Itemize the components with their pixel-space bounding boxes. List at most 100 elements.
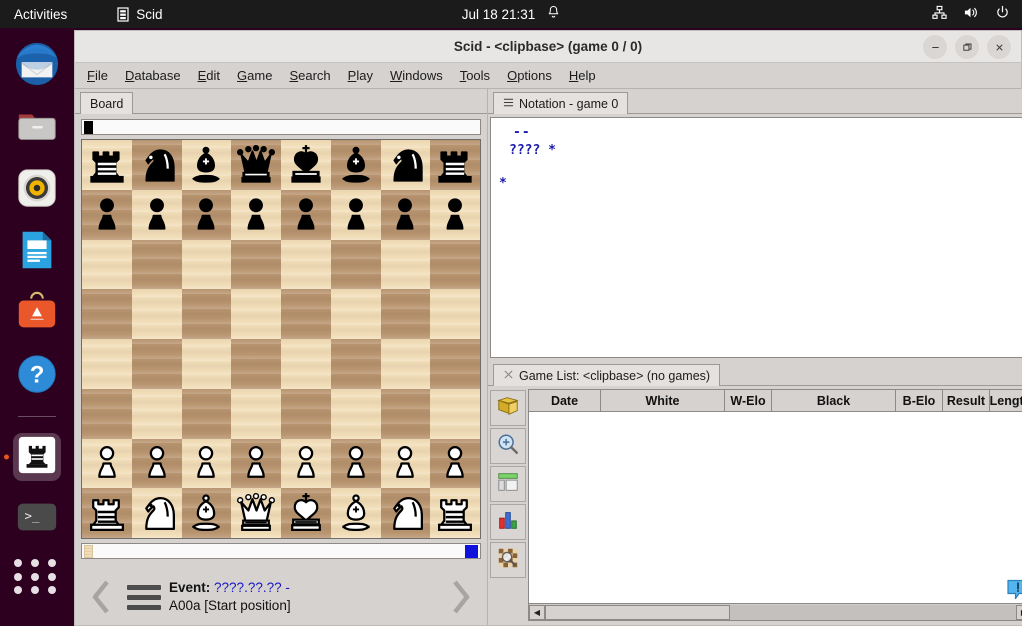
board-square[interactable] [181, 488, 232, 538]
network-icon[interactable] [932, 5, 947, 23]
board-square[interactable] [281, 438, 331, 489]
board-square[interactable] [380, 339, 431, 389]
statistics-button[interactable] [490, 504, 526, 540]
board-square[interactable] [430, 140, 480, 190]
menu-windows[interactable]: Windows [390, 68, 443, 83]
dock-item-terminal[interactable]: >_ [13, 495, 61, 543]
board-square[interactable] [430, 339, 480, 389]
column-header-date[interactable]: Date [529, 390, 601, 411]
board-square[interactable] [131, 339, 182, 389]
open-database-button[interactable] [490, 390, 526, 426]
board-square[interactable] [430, 239, 480, 290]
board-square[interactable] [131, 189, 182, 240]
board-square[interactable] [231, 289, 281, 339]
board-square[interactable] [281, 388, 331, 439]
tab-gamelist[interactable]: Game List: <clipbase> (no games) [493, 364, 721, 386]
board-square[interactable] [330, 189, 381, 240]
board-square[interactable] [430, 189, 480, 240]
board-square[interactable] [181, 438, 232, 489]
board-square[interactable] [330, 289, 381, 339]
maximize-button[interactable] [955, 35, 979, 59]
board-square[interactable] [82, 438, 132, 489]
layout-button[interactable] [490, 466, 526, 502]
board-square[interactable] [281, 140, 331, 190]
board-square[interactable] [82, 239, 132, 290]
board-square[interactable] [330, 140, 381, 190]
dock-item-scid[interactable] [13, 433, 61, 481]
clock-label[interactable]: Jul 18 21:31 [462, 7, 536, 22]
search-button[interactable] [490, 428, 526, 464]
board-square[interactable] [380, 189, 431, 240]
board-square[interactable] [231, 488, 281, 538]
board-square[interactable] [330, 438, 381, 489]
gamelist-rows[interactable] [529, 412, 1022, 603]
dock-item-help[interactable]: ? [13, 352, 61, 400]
board-square[interactable] [131, 239, 182, 290]
volume-icon[interactable] [963, 5, 979, 23]
activities-button[interactable]: Activities [14, 7, 67, 22]
system-status-icons[interactable] [932, 0, 1010, 28]
menu-game[interactable]: Game [237, 68, 272, 83]
menu-database[interactable]: Database [125, 68, 181, 83]
menu-tools[interactable]: Tools [460, 68, 490, 83]
board-square[interactable] [380, 438, 431, 489]
board-square[interactable] [82, 140, 132, 190]
active-app-indicator[interactable]: Scid [117, 7, 163, 22]
column-header-white[interactable]: White [601, 390, 725, 411]
menu-play[interactable]: Play [348, 68, 373, 83]
menu-options[interactable]: Options [507, 68, 552, 83]
board-square[interactable] [231, 189, 281, 240]
notation-text-area[interactable]: -- ???? * * [490, 117, 1022, 358]
board-square[interactable] [131, 488, 182, 538]
menu-help[interactable]: Help [569, 68, 596, 83]
dock-item-thunderbird[interactable] [13, 42, 61, 90]
board-square[interactable] [430, 388, 480, 439]
board-square[interactable] [131, 438, 182, 489]
show-applications-icon[interactable] [14, 559, 60, 595]
column-header-length[interactable]: Length [990, 390, 1022, 411]
board-square[interactable] [380, 488, 431, 538]
board-square[interactable] [181, 189, 232, 240]
menu-search[interactable]: Search [289, 68, 330, 83]
board-square[interactable] [281, 289, 331, 339]
info-bubble-icon[interactable] [1007, 579, 1022, 601]
board-square[interactable] [380, 388, 431, 439]
chevron-left-icon[interactable] [85, 577, 119, 617]
scrollbar-track[interactable] [545, 604, 1016, 620]
board-square[interactable] [430, 488, 480, 538]
board-square[interactable] [82, 289, 132, 339]
hamburger-menu-icon[interactable] [127, 584, 161, 610]
board-square[interactable] [281, 339, 331, 389]
board-square[interactable] [181, 239, 232, 290]
board-square[interactable] [181, 339, 232, 389]
board-square[interactable] [281, 189, 331, 240]
board-square[interactable] [380, 289, 431, 339]
board-square[interactable] [181, 289, 232, 339]
close-button[interactable] [987, 35, 1011, 59]
board-square[interactable] [231, 438, 281, 489]
board-square[interactable] [330, 239, 381, 290]
board-square[interactable] [181, 140, 232, 190]
dock-item-rhythmbox[interactable] [13, 166, 61, 214]
board-square[interactable] [131, 388, 182, 439]
board-square[interactable] [231, 140, 281, 190]
scrollbar-thumb[interactable] [545, 604, 730, 620]
scroll-right-arrow[interactable]: ▶ [1016, 604, 1022, 620]
chevron-right-icon[interactable] [443, 577, 477, 617]
board-square[interactable] [82, 488, 132, 538]
board-square[interactable] [430, 289, 480, 339]
board-square[interactable] [82, 189, 132, 240]
board-square[interactable] [231, 339, 281, 389]
menu-file[interactable]: File [87, 68, 108, 83]
column-header-b-elo[interactable]: B-Elo [896, 390, 943, 411]
board-square[interactable] [330, 388, 381, 439]
board-square[interactable] [131, 289, 182, 339]
board-square[interactable] [231, 239, 281, 290]
board-search-button[interactable] [490, 542, 526, 578]
column-header-w-elo[interactable]: W-Elo [725, 390, 772, 411]
scroll-left-arrow[interactable]: ◀ [529, 604, 545, 620]
menu-edit[interactable]: Edit [198, 68, 220, 83]
dock-item-ubuntu-software[interactable] [13, 290, 61, 338]
tab-board[interactable]: Board [80, 92, 134, 114]
board-square[interactable] [430, 438, 480, 489]
